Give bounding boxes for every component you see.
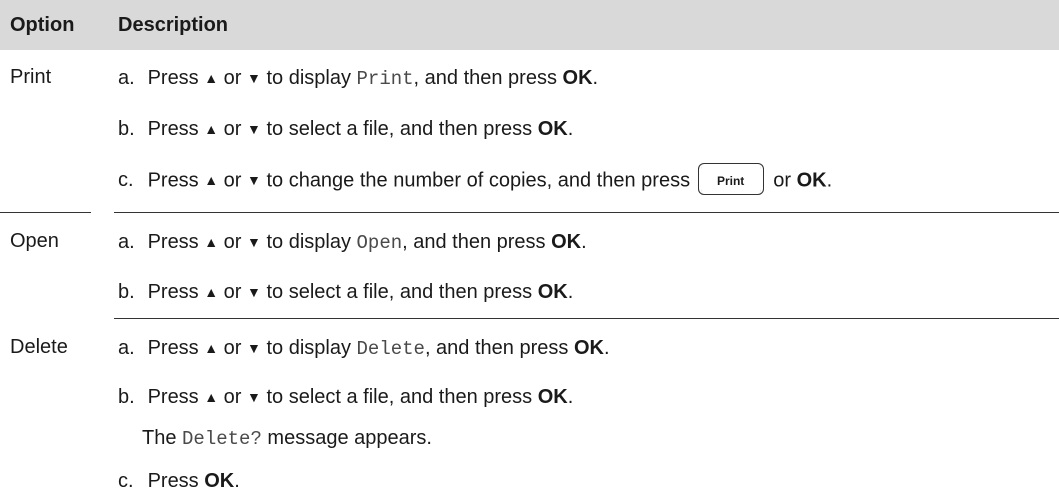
step-marker: b. [118,118,135,140]
option-print: Print [10,66,52,88]
ok-key-label: OK [537,118,568,140]
step-marker: a. [118,67,135,89]
lcd-text-delete: Delete [356,338,425,360]
delete-step-c: c. Press OK. [118,468,240,495]
print-step-a: a. Press ▲ or ▼ to display Print, and th… [118,67,599,90]
header-option: Option [10,14,75,36]
ok-key-label: OK [796,169,827,192]
ok-key-label: OK [537,281,568,303]
option-open: Open [10,230,59,252]
delete-step-b: b. Press ▲ or ▼ to select a file, and th… [118,384,573,411]
step-marker: a. [118,231,135,253]
open-step-a: a. Press ▲ or ▼ to display Open, and the… [118,231,587,254]
ok-key-label: OK [204,470,235,492]
ok-key-label: OK [537,386,568,408]
up-arrow-icon: ▲ [204,70,219,86]
up-arrow-icon: ▲ [204,121,219,137]
step-marker: b. [118,281,135,303]
down-arrow-icon: ▼ [247,70,261,86]
up-arrow-icon: ▲ [204,284,219,300]
down-arrow-icon: ▼ [247,389,261,405]
delete-note: The Delete? message appears. [142,427,432,450]
down-arrow-icon: ▼ [247,340,261,356]
row-divider [114,212,1059,213]
table-header-row: Option Description [0,0,1059,50]
delete-step-a: a. Press ▲ or ▼ to display Delete, and t… [118,337,610,360]
down-arrow-icon: ▼ [247,284,261,300]
step-marker: c. [118,169,134,192]
row-divider [114,318,1059,319]
print-step-c: c. Press ▲ or ▼ to change the number of … [118,163,832,195]
step-marker: a. [118,337,135,359]
up-arrow-icon: ▲ [204,340,219,356]
down-arrow-icon: ▼ [247,172,261,189]
print-step-b: b. Press ▲ or ▼ to select a file, and th… [118,116,573,143]
print-key-icon: Print [697,163,764,195]
open-step-b: b. Press ▲ or ▼ to select a file, and th… [118,279,573,306]
ok-key-label: OK [573,337,604,359]
step-marker: b. [118,386,135,408]
up-arrow-icon: ▲ [204,389,219,405]
lcd-text-print: Print [356,68,414,90]
header-description: Description [118,14,229,36]
up-arrow-icon: ▲ [204,172,219,189]
lcd-text-open: Open [356,232,403,254]
ok-key-label: OK [562,67,593,89]
options-table: Option Description Print a. Press ▲ or ▼… [0,0,1059,504]
row-divider [0,212,91,213]
step-marker: c. [118,470,134,492]
down-arrow-icon: ▼ [247,234,261,250]
down-arrow-icon: ▼ [247,121,261,137]
ok-key-label: OK [551,231,582,253]
lcd-text-delete-confirm: Delete? [182,428,262,450]
option-delete: Delete [10,336,68,358]
up-arrow-icon: ▲ [204,234,219,250]
